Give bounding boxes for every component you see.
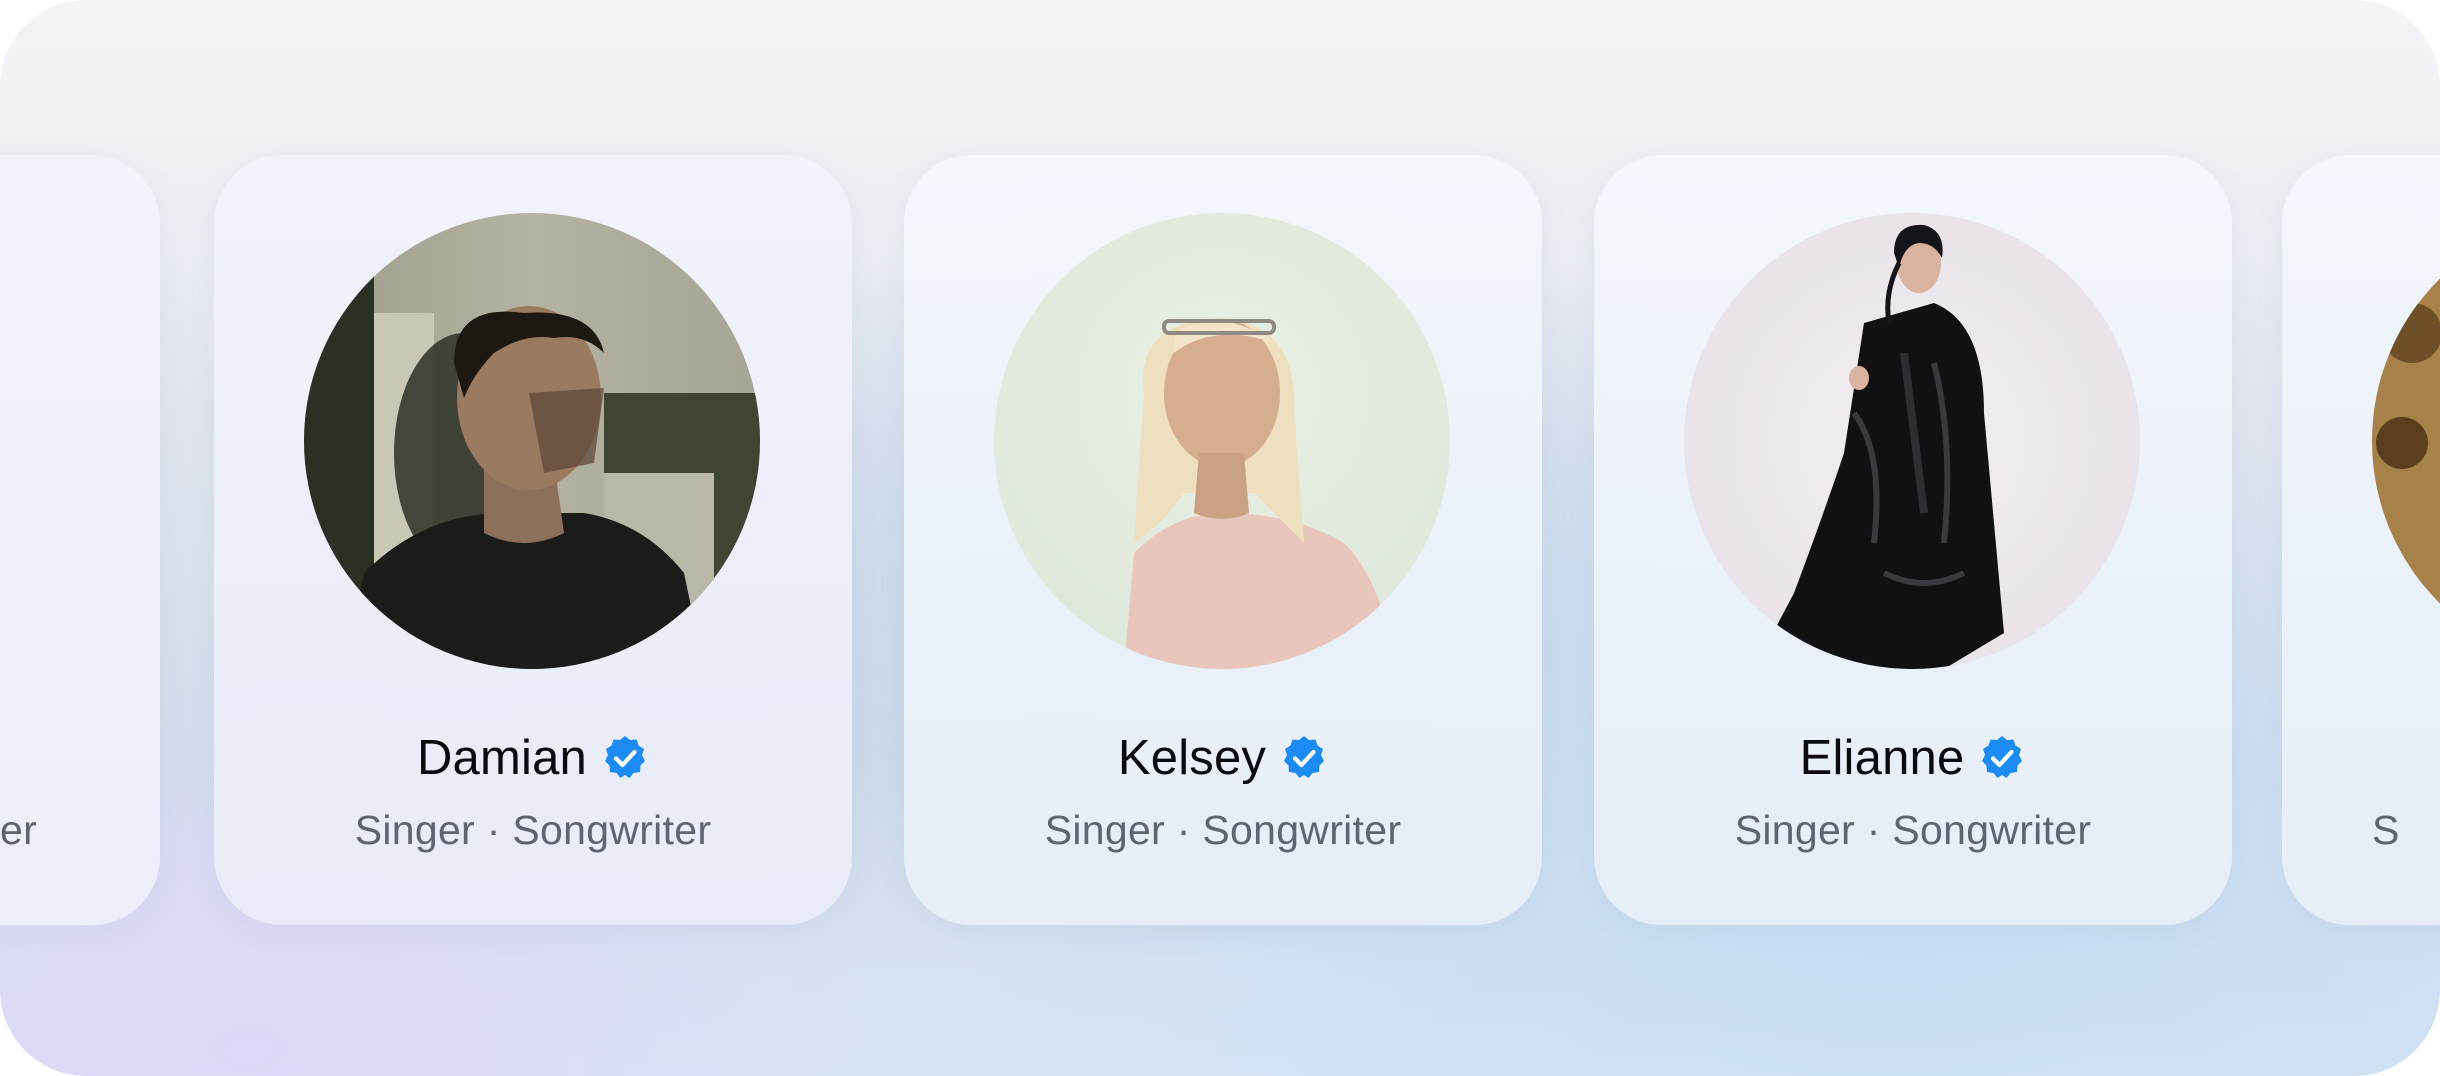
verified-badge-icon: [601, 734, 649, 782]
profile-name: Elianne: [1799, 731, 1965, 785]
floral-portrait-photo: [2372, 213, 2440, 669]
man-portrait-photo: [304, 213, 760, 669]
profile-card-elianne[interactable]: Elianne Singer · Songwriter: [1594, 155, 2232, 925]
profile-avatar: [1684, 213, 2140, 669]
profile-name-row: Elianne: [1594, 723, 2232, 793]
profile-card-partial-left[interactable]: er: [0, 155, 160, 925]
verified-badge-icon: [1978, 734, 2026, 782]
woman-portrait-photo: [994, 213, 1450, 669]
profile-role: er: [0, 807, 38, 853]
profile-role: Singer · Songwriter: [1734, 807, 2092, 853]
profile-card-damian[interactable]: Damian Singer · Songwriter: [214, 155, 852, 925]
profile-name: Kelsey: [1117, 731, 1267, 785]
profile-card-kelsey[interactable]: Kelsey Singer · Songwriter: [904, 155, 1542, 925]
carousel-container: er Damian Singer · Songwriter Kelsey Sin…: [0, 0, 2440, 1076]
woman-coat-portrait-photo: [1684, 213, 2140, 669]
profile-role: S: [2372, 807, 2400, 853]
profile-card-partial-right[interactable]: S: [2282, 155, 2440, 925]
profile-name: Damian: [416, 731, 588, 785]
profile-name-row: Kelsey: [904, 723, 1542, 793]
profile-avatar: [304, 213, 760, 669]
verified-badge-icon: [1280, 734, 1328, 782]
profile-name-row: Damian: [214, 723, 852, 793]
profile-role: Singer · Songwriter: [1044, 807, 1402, 853]
profile-avatar: [994, 213, 1450, 669]
profile-avatar: [2372, 213, 2440, 669]
profile-role: Singer · Songwriter: [354, 807, 712, 853]
